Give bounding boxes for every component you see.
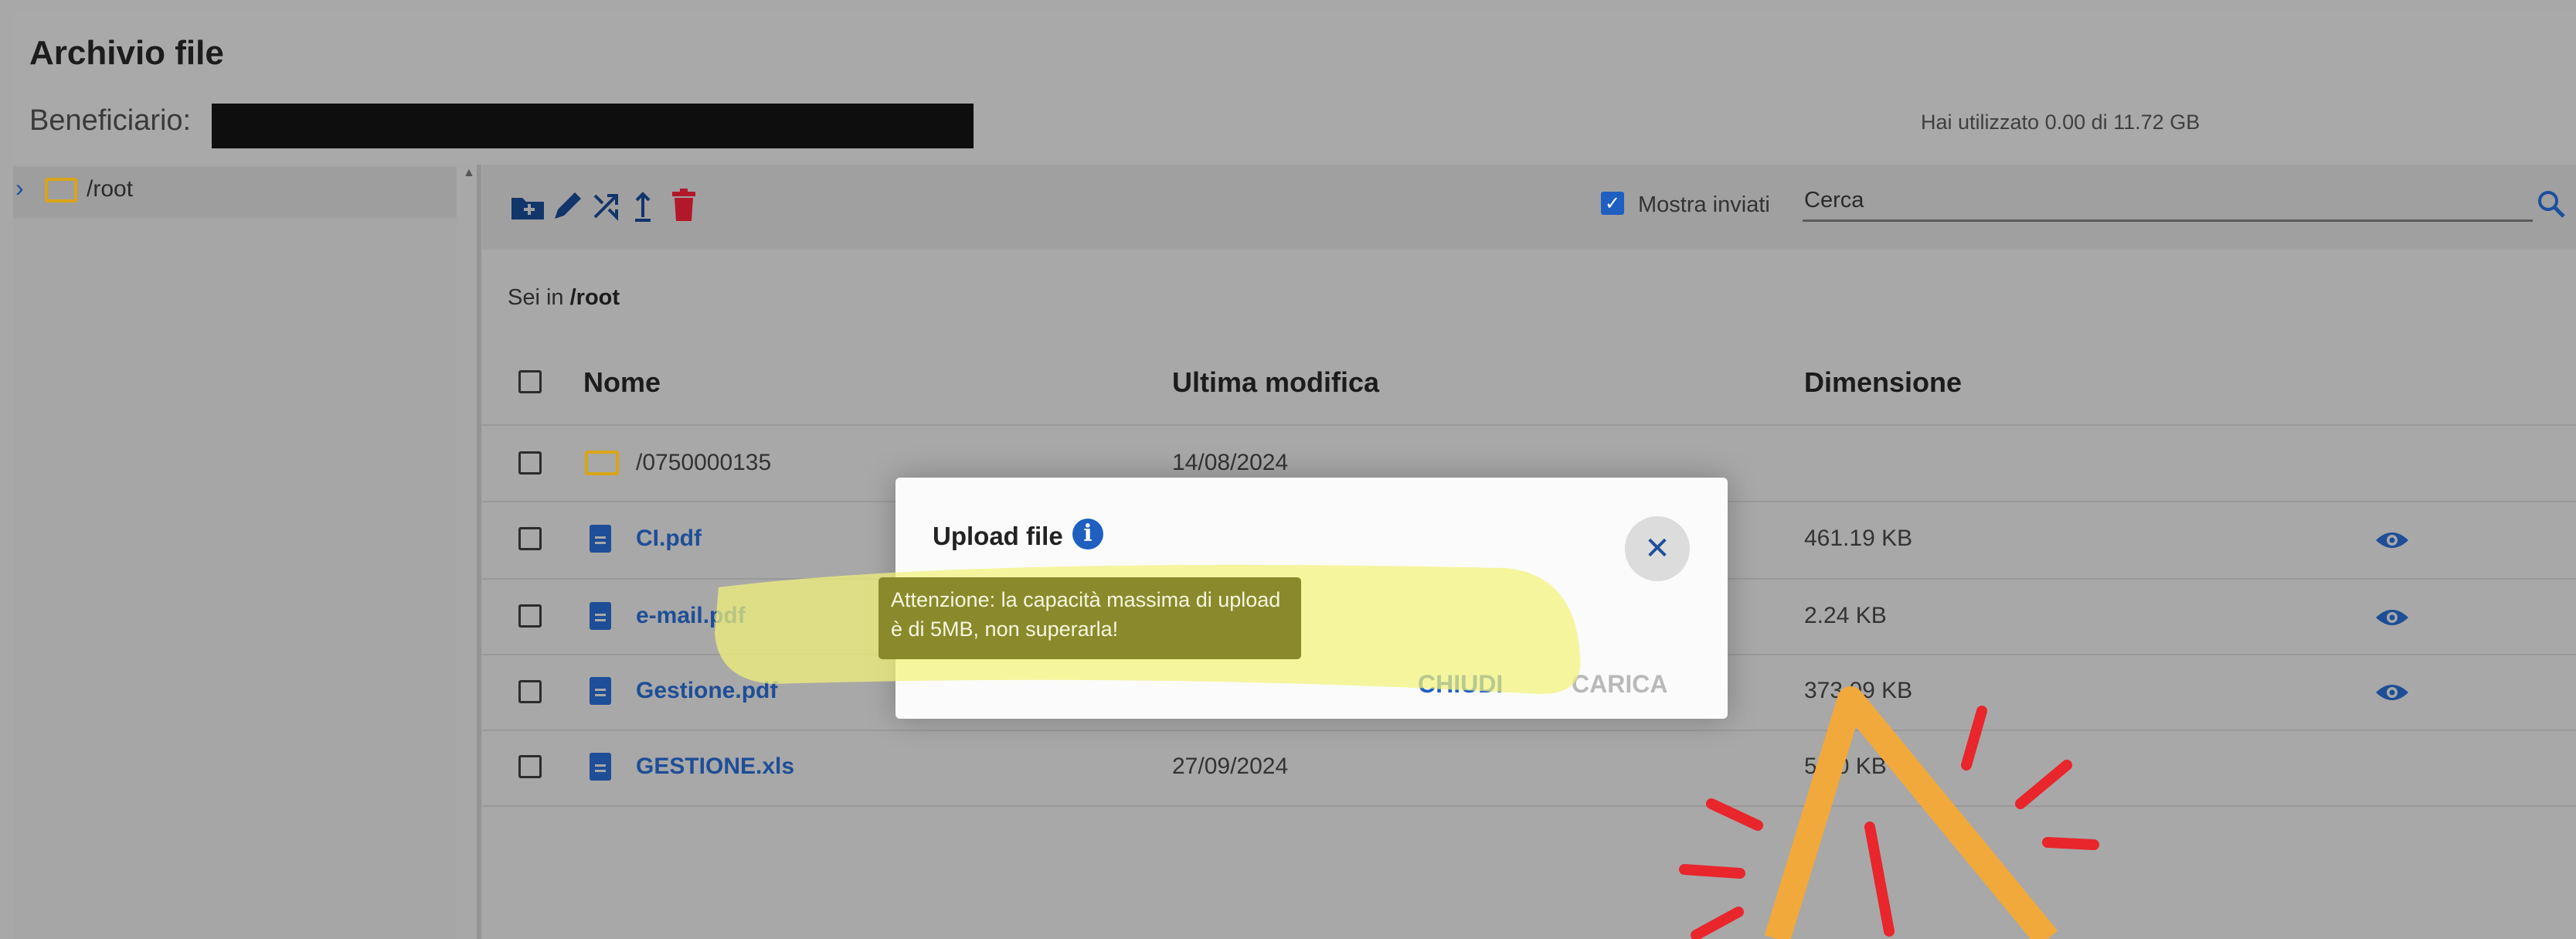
row-checkbox[interactable] <box>518 680 542 703</box>
file-icon <box>590 525 611 553</box>
row-checkbox[interactable] <box>518 527 542 550</box>
tree-item-root[interactable] <box>13 167 457 218</box>
search-icon[interactable] <box>2536 189 2567 219</box>
row-modified: 27/09/2024 <box>1172 754 1289 779</box>
edit-icon[interactable] <box>550 189 584 223</box>
folder-icon <box>585 451 619 475</box>
search-underline <box>1803 219 2533 222</box>
breadcrumb-prefix: Sei in <box>508 285 564 310</box>
tree-item-label[interactable]: /root <box>87 176 133 202</box>
row-checkbox[interactable] <box>518 755 542 778</box>
row-checkbox[interactable] <box>518 451 542 475</box>
row-size: 5 50 KB <box>1804 754 1887 779</box>
show-sent-checkbox[interactable]: ✓ <box>1601 192 1624 215</box>
file-icon <box>590 677 611 705</box>
breadcrumb: Sei in /root <box>508 285 620 311</box>
select-all-checkbox[interactable] <box>518 370 542 393</box>
close-icon[interactable]: ✕ <box>1625 516 1690 581</box>
show-sent-label: Mostra inviati <box>1638 192 1770 217</box>
page-title: Archivio file <box>29 34 224 72</box>
eye-icon[interactable] <box>2374 529 2410 552</box>
row-name[interactable]: /0750000135 <box>636 450 771 476</box>
upload-button[interactable]: CARICA <box>1572 670 1667 699</box>
folder-icon <box>45 178 77 202</box>
file-icon <box>590 602 611 630</box>
panel-splitter[interactable] <box>477 165 481 939</box>
file-icon <box>590 753 611 781</box>
row-size: 373.09 KB <box>1804 678 1913 703</box>
toolbar <box>482 165 2576 250</box>
move-icon[interactable] <box>590 191 621 222</box>
eye-icon[interactable] <box>2374 681 2410 704</box>
search-input[interactable]: Cerca <box>1804 188 1864 213</box>
eye-icon[interactable] <box>2374 606 2410 629</box>
chevron-right-icon[interactable]: › <box>15 174 24 202</box>
dialog-title: Upload file <box>933 522 1063 550</box>
column-header-modified[interactable]: Ultima modifica <box>1172 366 1379 399</box>
upload-icon[interactable] <box>634 189 652 223</box>
table-divider <box>482 805 2576 807</box>
beneficiary-redacted <box>212 104 974 148</box>
scroll-up-icon[interactable]: ▲ <box>463 166 475 180</box>
row-name[interactable]: Gestione.pdf <box>636 678 777 704</box>
table-divider <box>482 730 2576 731</box>
table-divider <box>482 424 2576 426</box>
close-button[interactable]: CHIUDI <box>1418 670 1503 699</box>
row-checkbox[interactable] <box>518 604 542 628</box>
upload-limit-tooltip: Attenzione: la capacità massima di uploa… <box>878 577 1301 659</box>
new-folder-icon[interactable] <box>510 193 545 221</box>
row-name[interactable]: e-mail.pdf <box>636 603 746 629</box>
info-icon[interactable]: i <box>1072 519 1103 549</box>
column-header-name[interactable]: Nome <box>583 366 661 399</box>
breadcrumb-path[interactable]: /root <box>570 285 620 310</box>
folder-tree <box>13 165 457 939</box>
row-modified: 14/08/2024 <box>1172 450 1289 475</box>
beneficiary-label: Beneficiario: <box>29 104 192 137</box>
row-size: 2.24 KB <box>1804 603 1887 628</box>
row-name[interactable]: GESTIONE.xls <box>636 754 794 780</box>
storage-usage: Hai utilizzato 0.00 di 11.72 GB <box>1921 111 2200 134</box>
delete-icon[interactable] <box>671 189 697 223</box>
column-header-size[interactable]: Dimensione <box>1804 366 1962 399</box>
row-size: 461.19 KB <box>1804 526 1913 551</box>
row-name[interactable]: CI.pdf <box>636 526 702 552</box>
